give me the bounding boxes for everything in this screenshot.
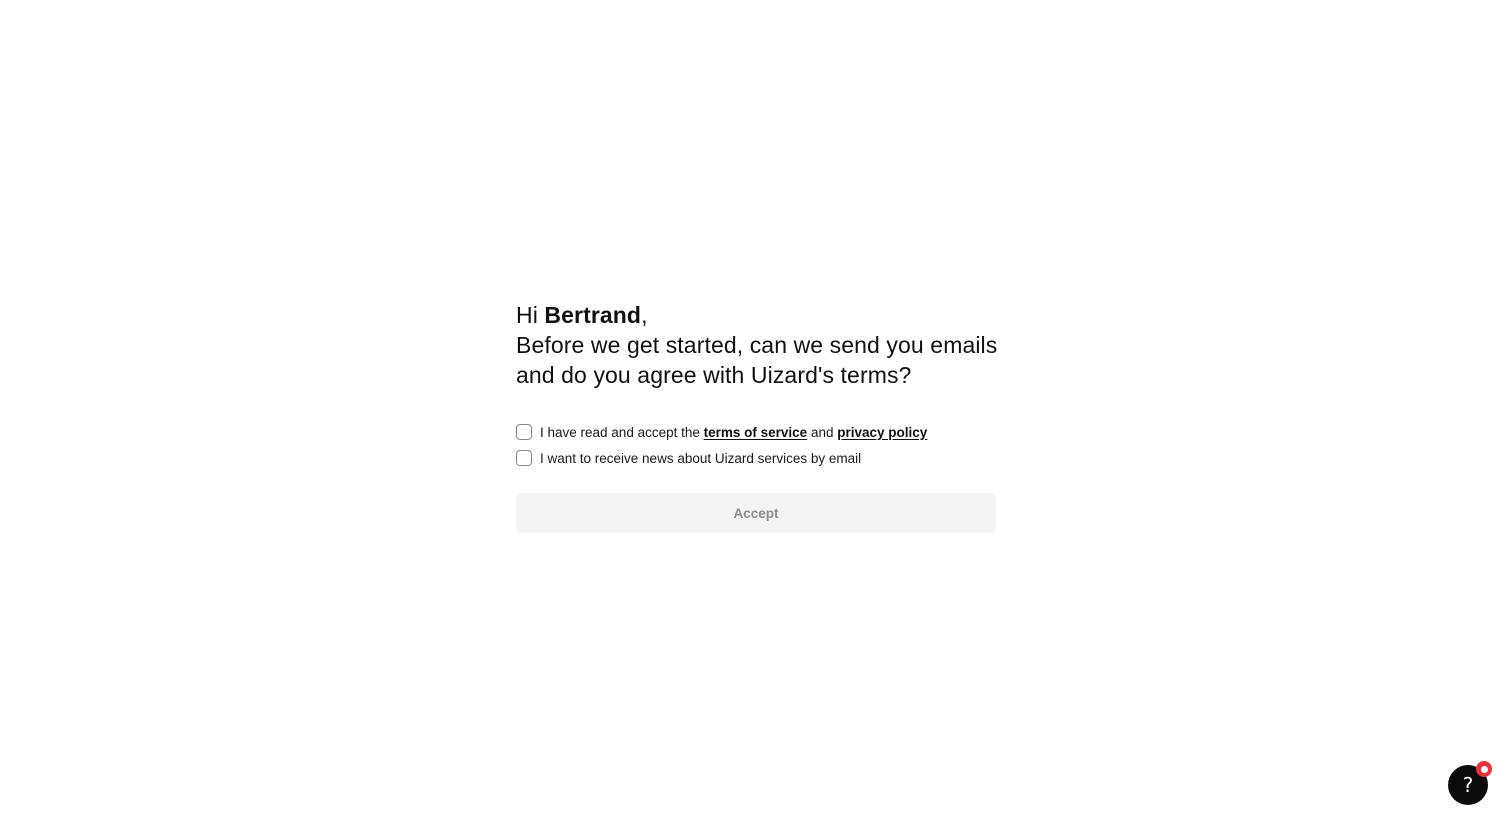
user-name: Bertrand [544,302,642,328]
help-question-icon: ? [1462,773,1474,797]
news-consent-label: I want to receive news about Uizard serv… [540,450,862,466]
terms-consent-prefix: I have read and accept the [540,424,704,440]
consent-list: I have read and accept the terms of serv… [516,419,996,471]
news-consent-row: I want to receive news about Uizard serv… [516,445,996,471]
accept-button[interactable]: Accept [516,493,996,533]
notification-badge [1476,761,1492,777]
terms-consent-middle: and [807,424,838,440]
terms-consent-row: I have read and accept the terms of serv… [516,419,996,445]
terms-of-service-link[interactable]: terms of service [704,425,808,440]
notification-dot-icon [1480,765,1488,773]
page-title: Hi Bertrand, Before we get started, can … [516,300,998,390]
news-checkbox[interactable] [516,450,532,466]
greeting-line: Hi Bertrand, [516,300,996,330]
question-line-2: and do you agree with Uizard's terms? [516,362,912,388]
greeting-suffix: , [641,302,648,328]
consent-card: Hi Bertrand, Before we get started, can … [516,300,998,533]
terms-consent-label: I have read and accept the terms of serv… [540,425,927,440]
privacy-policy-link[interactable]: privacy policy [837,425,927,440]
terms-checkbox[interactable] [516,424,532,440]
onboarding-page: Hi Bertrand, Before we get started, can … [0,0,1512,814]
greeting-prefix: Hi [516,302,545,328]
question-line-1: Before we get started, can we send you e… [516,332,998,358]
